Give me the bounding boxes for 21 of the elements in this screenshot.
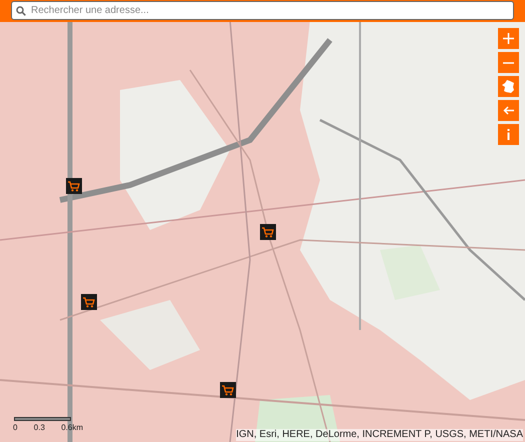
attribution-text: IGN, Esri, HERE, DeLorme, INCREMENT P, USGS, METI/NASA [236, 429, 523, 441]
scale-label: 0.3 [34, 422, 45, 434]
plus-icon [503, 33, 514, 44]
france-view-button[interactable] [498, 76, 519, 97]
back-button[interactable] [498, 100, 519, 121]
info-icon [507, 129, 510, 140]
scale-label: 0.6km [61, 422, 83, 434]
search-icon [16, 6, 26, 16]
info-button[interactable] [498, 124, 519, 145]
france-map-icon [502, 80, 515, 93]
scale-label: 0 [13, 422, 18, 434]
shopping-cart-marker-icon[interactable] [220, 382, 236, 398]
shopping-cart-marker-icon[interactable] [260, 224, 276, 240]
minus-icon [503, 62, 514, 64]
search-field[interactable]: Rechercher une adresse... [11, 1, 514, 20]
zoom-out-button[interactable] [498, 52, 519, 73]
shopping-cart-marker-icon[interactable] [66, 178, 82, 194]
zoom-in-button[interactable] [498, 28, 519, 49]
shopping-cart-marker-icon[interactable] [81, 294, 97, 310]
left-arrow-icon [503, 106, 514, 115]
scale-bar [14, 417, 71, 421]
